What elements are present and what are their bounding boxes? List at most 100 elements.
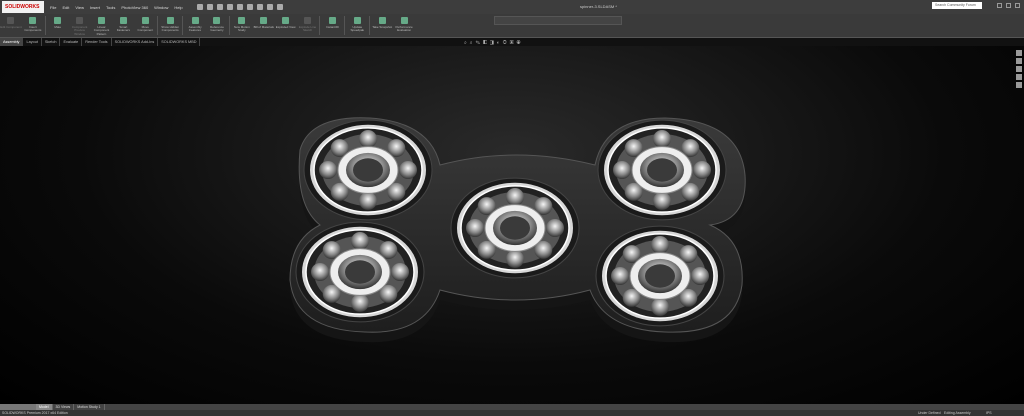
tab-solidworks-mbd[interactable]: SOLIDWORKS MBD (158, 38, 201, 46)
options-gear-icon[interactable] (276, 4, 283, 10)
ribbon-label: Insert Components (24, 25, 42, 33)
tab-render-tools[interactable]: Render Tools (82, 38, 112, 46)
definition-state: Under Defined (918, 411, 941, 415)
ribbon-label: Exploded View (275, 25, 296, 29)
undo-icon[interactable] (236, 4, 243, 10)
open-icon[interactable] (206, 4, 213, 10)
ribbon-label: Linear Component Pattern (93, 25, 110, 36)
appearances-icon[interactable] (1016, 74, 1022, 80)
status-bar: SOLIDWORKS Premium 2017 x64 Edition Unde… (0, 410, 1024, 416)
save-icon[interactable] (216, 4, 223, 10)
bearing-ball (359, 130, 377, 148)
menu-item-help[interactable]: Help (174, 5, 182, 10)
menu-item-view[interactable]: View (75, 5, 84, 10)
ribbon-label: Bill of Materials (253, 25, 274, 29)
graphics-area[interactable] (0, 46, 1024, 404)
bearing-ball (506, 188, 524, 206)
bearing-ball (359, 192, 377, 210)
component-preview-window-button[interactable]: Component Preview Window (69, 14, 91, 38)
bearing-ball (351, 294, 369, 312)
tab-evaluate[interactable]: Evaluate (60, 38, 83, 46)
rebuild-icon[interactable] (256, 4, 263, 10)
menu-item-window[interactable]: Window (154, 5, 168, 10)
task-pane[interactable] (1016, 46, 1024, 91)
menu-item-edit[interactable]: Edit (62, 5, 69, 10)
new-icon[interactable] (196, 4, 203, 10)
print-icon[interactable] (226, 4, 233, 10)
bearing[interactable] (595, 225, 725, 327)
select-icon[interactable] (246, 4, 253, 10)
bill-of-materials-button[interactable]: Bill of Materials (253, 14, 275, 38)
menu-item-photoview-360[interactable]: PhotoView 360 (121, 5, 148, 10)
edition-label: SOLIDWORKS Premium 2017 x64 Edition (2, 411, 68, 415)
bearing[interactable] (450, 177, 580, 279)
bearing-ball (466, 219, 484, 237)
reference-geometry-button[interactable]: Reference Geometry (206, 14, 228, 38)
performance-evaluation-icon (400, 17, 408, 24)
take-snapshot-button[interactable]: Take Snapshot (371, 14, 393, 38)
mate-button[interactable]: Mate (47, 14, 69, 38)
explode-line-sketch-icon (304, 17, 312, 24)
restore-button[interactable] (1006, 3, 1011, 8)
tab-layout[interactable]: Layout (23, 38, 42, 46)
bearing-ball (653, 192, 671, 210)
bearing[interactable] (597, 119, 727, 221)
exploded-view-button[interactable]: Exploded View (275, 14, 297, 38)
quick-access-toolbar (193, 4, 283, 10)
bearing[interactable] (303, 119, 433, 221)
tab-assembly[interactable]: Assembly (0, 38, 24, 46)
menu-bar: File Edit View Insert Tools PhotoView 360 Wind… (44, 5, 183, 10)
heads-up-view-toolbar[interactable]: ⌕⌕✎◧◨◐◎▣◉ (464, 40, 524, 46)
file-properties-icon[interactable] (266, 4, 273, 10)
ribbon-label: Smart Fasteners (116, 25, 131, 33)
ribbon-label: New Motion Study (233, 25, 250, 33)
bearing-ball (546, 219, 564, 237)
performance-evaluation-button[interactable]: Performance Evaluation (393, 14, 415, 38)
fidget-spinner-model[interactable] (0, 46, 1024, 404)
menu-item-file[interactable]: File (50, 5, 56, 10)
new-motion-study-button[interactable]: New Motion Study (231, 14, 253, 38)
bearing-ball (651, 236, 669, 254)
custom-properties-icon[interactable] (1016, 82, 1022, 88)
linear-component-pattern-button[interactable]: Linear Component Pattern (91, 14, 113, 38)
ribbon-label: Edit Component (0, 25, 22, 29)
search-input[interactable]: Search Community Forum (932, 2, 982, 9)
tab-sketch[interactable]: Sketch (42, 38, 61, 46)
units-selector[interactable]: IPS (986, 410, 992, 416)
explode-line-sketch-button[interactable]: Explode Line Sketch (297, 14, 319, 38)
ribbon-label: Mate (54, 25, 62, 29)
insert-components-button[interactable]: Insert Components (22, 14, 44, 38)
linear-component-pattern-icon (98, 17, 105, 24)
smart-fasteners-icon (119, 17, 127, 24)
menu-item-insert[interactable]: Insert (90, 5, 100, 10)
edit-component-button[interactable]: Edit Component (0, 14, 22, 38)
solidworks-logo: SOLIDWORKS (2, 1, 44, 13)
bill-of-materials-icon (260, 17, 268, 24)
ribbon-label: Instant3D (325, 25, 339, 29)
move-component-icon (141, 17, 149, 24)
design-library-icon[interactable] (1016, 58, 1022, 64)
resources-icon[interactable] (1016, 50, 1022, 56)
update-speedpak-button[interactable]: Update Speedpak (346, 14, 368, 38)
title-bar: SOLIDWORKS File Edit View Insert Tools PhotoV… (0, 0, 1024, 14)
menu-item-tools[interactable]: Tools (106, 5, 115, 10)
smart-fasteners-button[interactable]: Smart Fasteners (112, 14, 134, 38)
ribbon-label: Performance Evaluation (395, 25, 413, 33)
assembly-features-button[interactable]: Assembly Features (184, 14, 206, 38)
show-hidden-components-button[interactable]: Show Hidden Components (159, 14, 181, 38)
file-explorer-icon[interactable] (1016, 66, 1022, 72)
component-preview-window-icon (76, 17, 84, 24)
ribbon-label: Take Snapshot (372, 25, 393, 29)
instant3d-button[interactable]: Instant3D (321, 14, 343, 38)
tab-solidworks-add-ins[interactable]: SOLIDWORKS Add-Ins (112, 38, 159, 46)
minimize-button[interactable] (997, 3, 1002, 8)
move-component-button[interactable]: Move Component (134, 14, 156, 38)
view-toolbar[interactable] (494, 16, 622, 25)
bearing-ball (691, 267, 709, 285)
document-title: spinner-3.SLDASM * (580, 4, 617, 9)
ribbon-separator (344, 16, 346, 35)
bearing[interactable] (295, 221, 425, 323)
instant3d-icon (328, 17, 336, 24)
close-button[interactable] (1015, 3, 1020, 8)
bearing-ball (613, 161, 631, 179)
